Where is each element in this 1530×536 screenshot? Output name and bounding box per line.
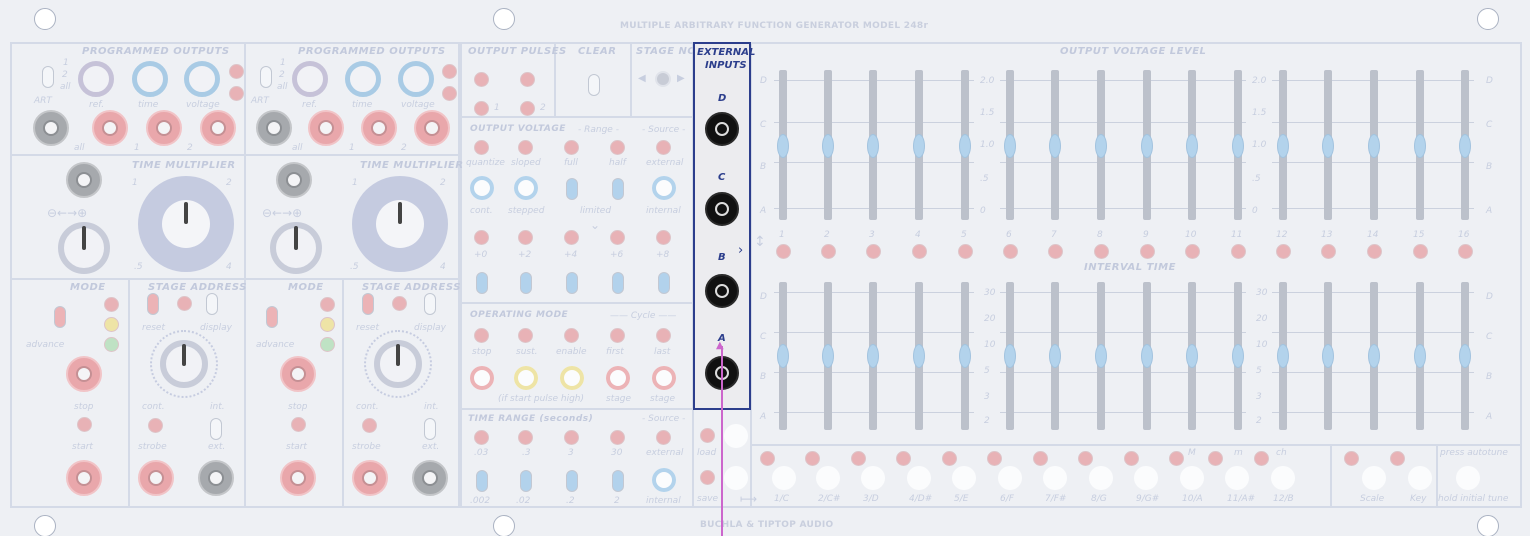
keyboard-led [1169,451,1184,466]
scale-label: Scale [1360,494,1385,504]
scale-button[interactable] [1362,466,1386,490]
initial-tune-label: hold initial tune [1438,494,1509,504]
note-key-label: 1/C [774,494,790,504]
minor-label: m [1234,448,1243,458]
keyboard-led [760,451,775,466]
note-key-button[interactable] [1089,466,1113,490]
keyboard-led [851,451,866,466]
note-key-button[interactable] [1134,466,1158,490]
note-key-button[interactable] [1043,466,1067,490]
keyboard-led [1124,451,1139,466]
keyboard-led [896,451,911,466]
note-key-label: 5/E [954,494,969,504]
note-key-button[interactable] [1271,466,1295,490]
module-panel: MULTIPLE ARBITRARY FUNCTION GENERATOR MO… [0,0,1530,536]
chord-label: ch [1276,448,1287,458]
key-led [1390,451,1405,466]
note-key-label: 3/D [863,494,879,504]
note-key-button[interactable] [861,466,885,490]
note-key-button[interactable] [907,466,931,490]
note-key-label: 12/B [1273,494,1294,504]
note-key-label: 11/A# [1227,494,1256,504]
note-key-label: 4/D# [909,494,933,504]
note-key-button[interactable] [1225,466,1249,490]
key-label: Key [1410,494,1427,504]
keyboard-led [987,451,1002,466]
note-key-label: 2/C# [818,494,841,504]
note-key-button[interactable] [952,466,976,490]
keyboard-led [942,451,957,466]
note-key-label: 9/G# [1136,494,1160,504]
note-key-label: 7/F# [1045,494,1067,504]
keyboard-led [1033,451,1048,466]
mode-led-minor [1254,451,1269,466]
note-key-button[interactable] [998,466,1022,490]
note-key-label: 8/G [1091,494,1107,504]
key-button[interactable] [1408,466,1432,490]
mode-led-major [1208,451,1223,466]
autotune-button[interactable] [1456,466,1480,490]
major-label: M [1188,448,1196,458]
note-key-button[interactable] [772,466,796,490]
keyboard-arrow-icon: ⟼ [740,492,758,506]
note-key-button[interactable] [1180,466,1204,490]
note-key-label: 6/F [1000,494,1014,504]
note-key-label: 10/A [1182,494,1203,504]
note-key-button[interactable] [816,466,840,490]
keyboard-led [805,451,820,466]
keyboard-layer: 1/C 2/C# 3/D 4/D# 5/E 6/F 7/F# 8/G 9/G# 10/A 11/A#… [0,0,1530,536]
autotune-label: press autotune [1440,448,1508,458]
scale-led [1344,451,1359,466]
keyboard-led [1078,451,1093,466]
